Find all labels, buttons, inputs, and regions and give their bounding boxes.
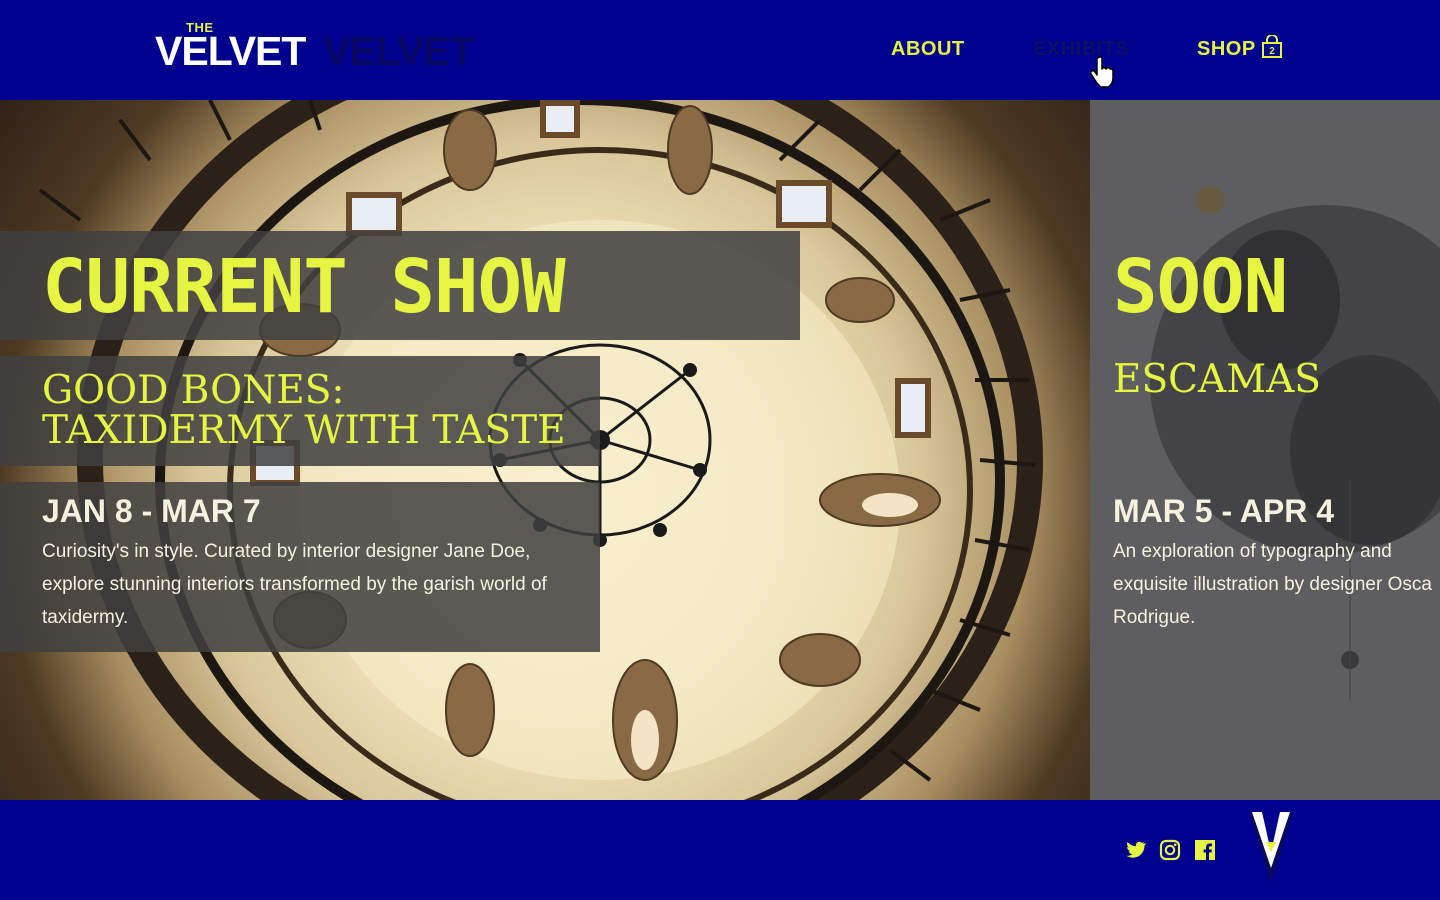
shopping-bag-icon[interactable]: 2: [1261, 35, 1283, 59]
soon-panel[interactable]: [1090, 100, 1440, 800]
soon-show-title[interactable]: ESCAMAS: [1113, 360, 1321, 400]
site-logo[interactable]: VELVET VELVET THE: [155, 20, 495, 80]
current-show-dates: JAN 8 - MAR 7: [42, 493, 261, 529]
logo-the: THE: [186, 20, 214, 35]
nav-about[interactable]: ABOUT: [891, 38, 965, 61]
site-header: VELVET VELVET THE ABOUT EXHIBITS SHOP 2: [0, 0, 1440, 100]
current-show-heading: CURRENT SHOW: [42, 244, 566, 330]
current-show-description: Curiosity's in style. Curated by interio…: [42, 541, 547, 628]
logo-wordmark: VELVET: [155, 28, 306, 74]
escamas-poster-art: [1150, 186, 1440, 700]
velvet-v-logo-icon[interactable]: [1248, 812, 1294, 884]
facebook-icon[interactable]: [1193, 838, 1217, 862]
hand-cursor-icon: [1089, 56, 1114, 88]
cart-count: 2: [1269, 46, 1275, 57]
site-footer: [0, 800, 1440, 900]
soon-show-description: An exploration of typography and exquisi…: [1113, 541, 1432, 628]
soon-show-dates: MAR 5 - APR 4: [1113, 493, 1335, 529]
twitter-icon[interactable]: [1123, 838, 1147, 862]
soon-heading: SOON: [1113, 244, 1288, 330]
instagram-icon[interactable]: [1158, 838, 1182, 862]
nav-shop[interactable]: SHOP: [1197, 38, 1256, 61]
logo-shadow-text: VELVET: [323, 28, 474, 74]
current-show-title[interactable]: GOOD BONES: TAXIDERMY WITH TASTE: [42, 371, 602, 451]
